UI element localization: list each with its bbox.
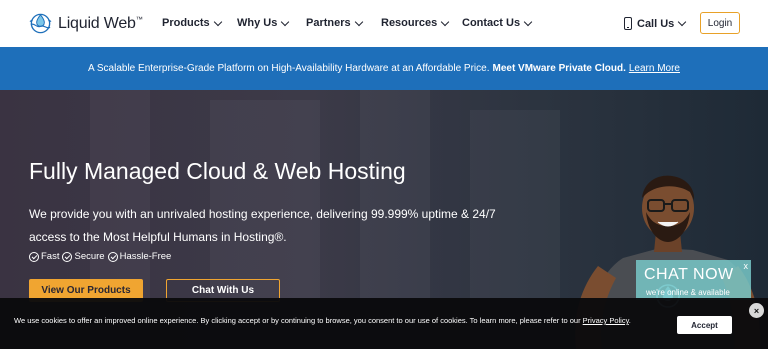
check-circle-icon	[29, 251, 39, 262]
cookie-text: We use cookies to offer an improved onli…	[14, 316, 631, 325]
nav-item-contact-us[interactable]: Contact Us	[462, 17, 533, 29]
feature-hassle-free: Hassle-Free	[107, 251, 171, 262]
phone-icon	[624, 17, 632, 30]
privacy-policy-link[interactable]: Privacy Policy	[583, 316, 629, 325]
feature-fast: Fast	[29, 251, 59, 262]
promo-banner: A Scalable Enterprise-Grade Platform on …	[0, 47, 768, 90]
nav-item-partners[interactable]: Partners	[306, 17, 363, 29]
chevron-down-icon	[354, 17, 363, 26]
check-circle-icon	[107, 251, 118, 262]
chevron-down-icon	[441, 17, 450, 26]
close-icon[interactable]: x	[744, 261, 749, 271]
check-circle-icon	[62, 251, 73, 262]
hero-title: Fully Managed Cloud & Web Hosting	[29, 158, 406, 184]
nav-item-why-us[interactable]: Why Us	[237, 17, 290, 29]
feature-list: Fast Secure Hassle-Free	[29, 251, 174, 262]
chat-now-widget[interactable]: CHAT NOW we're online & available x	[636, 260, 751, 300]
accept-cookies-button[interactable]: Accept	[677, 316, 732, 334]
hero-subtitle: We provide you with an unrivaled hosting…	[29, 207, 496, 244]
call-us-menu[interactable]: Call Us	[624, 17, 687, 30]
feature-secure: Secure	[62, 251, 105, 262]
nav-item-products[interactable]: Products	[162, 17, 222, 29]
banner-text: A Scalable Enterprise-Grade Platform on …	[87, 63, 490, 74]
chat-now-title: CHAT NOW	[644, 266, 734, 283]
chevron-down-icon	[523, 17, 533, 26]
learn-more-link[interactable]: Learn More	[629, 63, 680, 74]
chevron-down-icon	[281, 17, 290, 26]
chevron-down-icon	[213, 17, 222, 26]
close-icon[interactable]: ×	[749, 303, 764, 318]
chat-now-subtitle: we're online & available	[646, 288, 730, 297]
login-button[interactable]: Login	[700, 12, 740, 34]
site-header: Liquid Web™ Products Why Us Partners Res…	[0, 0, 768, 47]
banner-bold-text: Meet VMware Private Cloud.	[492, 63, 626, 74]
cookie-consent-bar: We use cookies to offer an improved onli…	[0, 298, 768, 349]
chevron-down-icon	[678, 17, 687, 27]
nav-item-resources[interactable]: Resources	[381, 17, 450, 29]
